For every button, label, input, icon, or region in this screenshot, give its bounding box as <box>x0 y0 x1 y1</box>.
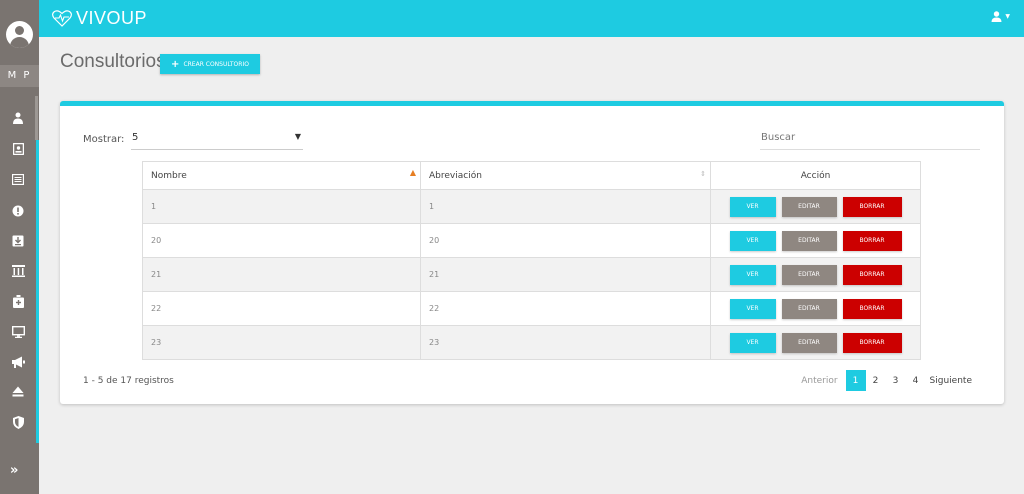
pagination-page-3[interactable]: 3 <box>886 370 906 391</box>
table-row: 21 21 VER EDITAR BORRAR <box>142 257 921 292</box>
app-name: VIVOUP <box>76 8 148 28</box>
cell-actions: VER EDITAR BORRAR <box>710 189 921 224</box>
cell-nombre: 21 <box>142 257 421 292</box>
show-entries-select[interactable]: 5 ▼ <box>131 128 303 150</box>
pagination-page-2[interactable]: 2 <box>866 370 886 391</box>
download-box-icon[interactable] <box>11 235 25 249</box>
create-consultorio-label: CREAR CONSULTORIO <box>183 60 249 68</box>
column-header-nombre[interactable]: Nombre ▲ <box>142 161 421 190</box>
column-label-abreviacion: Abreviación <box>429 170 482 181</box>
column-label-accion: Acción <box>800 170 831 181</box>
show-entries-value: 5 <box>132 132 139 143</box>
table-row: 20 20 VER EDITAR BORRAR <box>142 223 921 258</box>
cell-actions: VER EDITAR BORRAR <box>710 257 921 292</box>
sidebar-accent-bar <box>36 140 39 443</box>
cell-abreviacion: 21 <box>420 257 711 292</box>
view-button[interactable]: VER <box>729 230 776 251</box>
plus-icon: + <box>171 58 180 70</box>
delete-button[interactable]: BORRAR <box>842 332 902 353</box>
view-button[interactable]: VER <box>729 196 776 217</box>
sidebar-scrollbar[interactable] <box>35 96 38 140</box>
consultorios-table: Nombre ▲ Abreviación ⇕ Acción 1 1 VER ED… <box>142 161 921 360</box>
table-row: 23 23 VER EDITAR BORRAR <box>142 325 921 360</box>
pagination-next[interactable]: Siguiente <box>930 376 972 386</box>
eject-icon[interactable] <box>11 386 25 400</box>
chevron-down-icon: ▼ <box>1005 13 1010 20</box>
cell-actions: VER EDITAR BORRAR <box>710 291 921 326</box>
doctor-icon[interactable] <box>11 112 25 126</box>
view-button[interactable]: VER <box>729 264 776 285</box>
pagination-prev[interactable]: Anterior <box>801 376 837 386</box>
records-count: 1 - 5 de 17 registros <box>83 376 174 386</box>
caret-down-icon: ▼ <box>294 132 301 141</box>
view-button[interactable]: VER <box>729 298 776 319</box>
cell-abreviacion: 22 <box>420 291 711 326</box>
alert-icon[interactable] <box>11 205 25 219</box>
cell-actions: VER EDITAR BORRAR <box>710 223 921 258</box>
page-title: Consultorios <box>60 51 166 72</box>
delete-button[interactable]: BORRAR <box>842 196 902 217</box>
user-icon <box>991 11 1002 22</box>
sidebar: M P » <box>0 0 39 494</box>
top-bar: VIVOUP ▼ <box>39 0 1024 37</box>
delete-button[interactable]: BORRAR <box>842 230 902 251</box>
heart-pulse-icon <box>52 10 72 27</box>
consultorios-card: Mostrar: 5 ▼ Buscar Nombre ▲ Abreviación… <box>60 101 1004 404</box>
expand-sidebar-icon[interactable]: » <box>10 463 18 478</box>
shield-icon[interactable] <box>11 416 25 430</box>
cell-nombre: 20 <box>142 223 421 258</box>
medkit-icon[interactable] <box>11 295 25 309</box>
delete-button[interactable]: BORRAR <box>842 298 902 319</box>
table-row: 1 1 VER EDITAR BORRAR <box>142 189 921 224</box>
user-avatar-icon[interactable] <box>6 21 33 48</box>
cell-actions: VER EDITAR BORRAR <box>710 325 921 360</box>
app-logo[interactable]: VIVOUP <box>52 8 147 29</box>
sort-both-icon: ⇕ <box>700 170 706 178</box>
id-card-icon[interactable] <box>11 142 25 157</box>
edit-button[interactable]: EDITAR <box>781 298 837 319</box>
pagination: Anterior 1 2 3 4 Siguiente <box>801 370 972 391</box>
create-consultorio-button[interactable]: + CREAR CONSULTORIO <box>160 54 260 74</box>
cell-nombre: 22 <box>142 291 421 326</box>
edit-button[interactable]: EDITAR <box>781 196 837 217</box>
column-header-accion: Acción <box>710 161 921 190</box>
sort-asc-icon: ▲ <box>409 168 416 177</box>
pagination-page-4[interactable]: 4 <box>906 370 926 391</box>
monitor-icon[interactable] <box>11 325 25 340</box>
column-header-abreviacion[interactable]: Abreviación ⇕ <box>420 161 711 190</box>
building-icon[interactable] <box>11 265 25 279</box>
megaphone-icon[interactable] <box>11 356 25 370</box>
table-row: 22 22 VER EDITAR BORRAR <box>142 291 921 326</box>
delete-button[interactable]: BORRAR <box>842 264 902 285</box>
edit-button[interactable]: EDITAR <box>781 230 837 251</box>
edit-button[interactable]: EDITAR <box>781 332 837 353</box>
cell-nombre: 23 <box>142 325 421 360</box>
user-initials: M P <box>0 65 39 87</box>
column-label-nombre: Nombre <box>151 170 187 181</box>
cell-abreviacion: 1 <box>420 189 711 224</box>
cell-abreviacion: 23 <box>420 325 711 360</box>
cell-nombre: 1 <box>142 189 421 224</box>
show-entries-label: Mostrar: <box>83 134 125 145</box>
list-icon[interactable] <box>11 173 25 188</box>
user-menu[interactable]: ▼ <box>991 11 1010 22</box>
edit-button[interactable]: EDITAR <box>781 264 837 285</box>
view-button[interactable]: VER <box>729 332 776 353</box>
pagination-page-1[interactable]: 1 <box>845 370 866 391</box>
search-input[interactable]: Buscar <box>760 128 980 150</box>
cell-abreviacion: 20 <box>420 223 711 258</box>
